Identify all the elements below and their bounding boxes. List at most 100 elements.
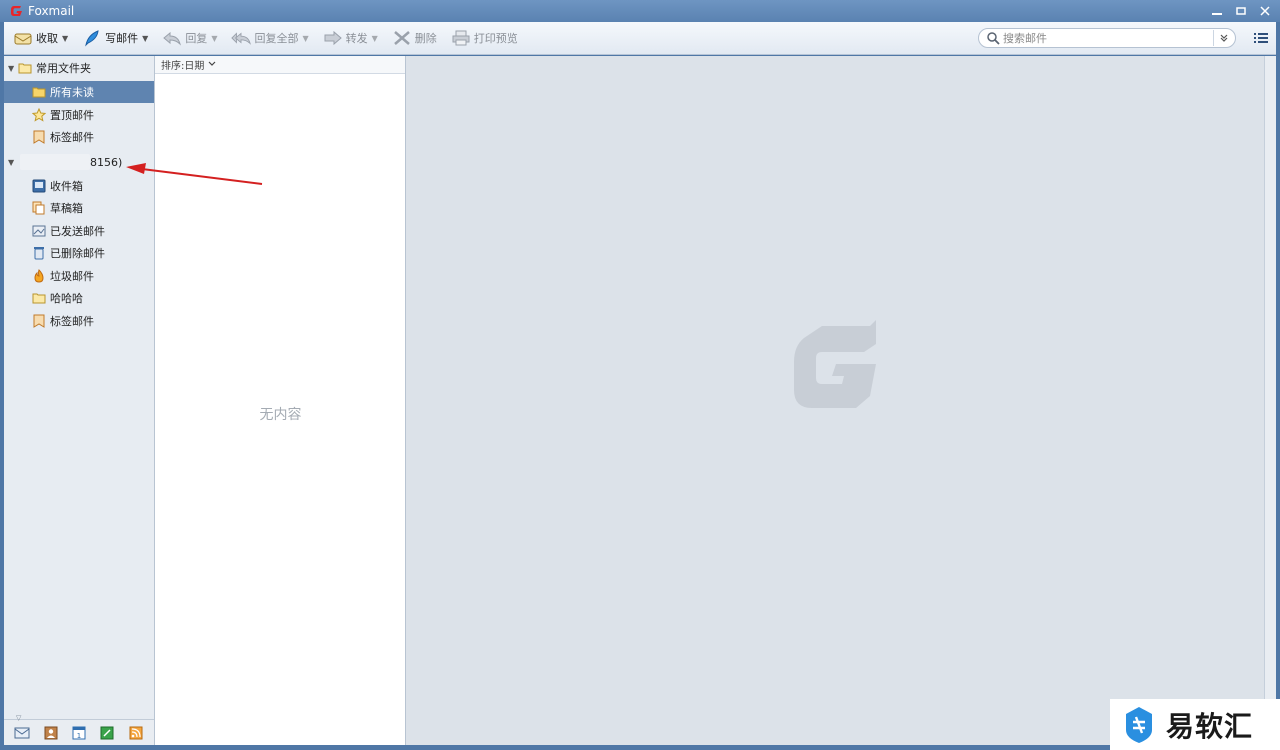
account-label: 8156): [90, 155, 123, 169]
title-bar: Foxmail: [0, 0, 1280, 22]
folder-icon: [18, 61, 32, 75]
double-chevron-down-icon: [1220, 34, 1227, 42]
sidebar-item-account-tagged[interactable]: 标签邮件: [4, 310, 154, 332]
reply-icon: [162, 29, 182, 47]
sort-bar[interactable]: 排序:日期: [155, 56, 405, 74]
sidebar-item-label: 标签邮件: [50, 315, 94, 328]
chevron-down-icon[interactable]: ▼: [211, 34, 217, 43]
reply-all-label: 回复全部: [254, 32, 299, 45]
sidebar-item-sent[interactable]: 已发送邮件: [4, 220, 154, 242]
tag-icon: [32, 314, 46, 328]
foxmail-watermark-logo-icon: [794, 320, 876, 408]
empty-list-message: 无内容: [259, 407, 302, 423]
sidebar-item-label: 置顶邮件: [50, 109, 94, 122]
sidebar-item-label: 垃圾邮件: [50, 270, 94, 283]
sidebar-item-tagged[interactable]: 标签邮件: [4, 126, 154, 148]
inbox-icon: [32, 179, 46, 193]
notes-icon[interactable]: [99, 725, 115, 741]
sidebar-item-deleted[interactable]: 已删除邮件: [4, 242, 154, 264]
sidebar-item-label: 草稿箱: [50, 202, 83, 215]
expand-arrow-icon[interactable]: ▼: [8, 64, 18, 73]
sidebar-item-label: 已删除邮件: [50, 247, 105, 260]
folder-icon: [32, 85, 46, 99]
minimize-button[interactable]: [1208, 2, 1226, 20]
sidebar-item-custom-folder[interactable]: 哈哈哈: [4, 287, 154, 309]
sort-label: 排序:日期: [161, 61, 205, 72]
close-button[interactable]: [1256, 2, 1274, 20]
sidebar-item-label: 所有未读: [50, 86, 94, 99]
delete-label: 删除: [414, 32, 437, 45]
sidebar-item-label: 已发送邮件: [50, 225, 105, 238]
chevron-down-icon[interactable]: ▼: [372, 34, 378, 43]
chevron-down-icon[interactable]: ▼: [302, 34, 308, 43]
compose-pen-icon: [82, 29, 102, 47]
drafts-icon: [32, 201, 46, 215]
svg-text:1: 1: [77, 732, 81, 740]
compose-label: 写邮件: [105, 32, 139, 45]
chevron-down-icon[interactable]: ▼: [62, 34, 68, 43]
chevron-down-icon[interactable]: ▼: [142, 34, 148, 43]
main-menu-button[interactable]: [1252, 29, 1270, 47]
reply-label: 回复: [185, 32, 208, 45]
sidebar-item-pinned[interactable]: 置顶邮件: [4, 104, 154, 126]
sidebar-item-spam[interactable]: 垃圾邮件: [4, 265, 154, 287]
print-icon: [451, 29, 471, 47]
delete-button[interactable]: 删除: [387, 26, 442, 50]
calendar-icon[interactable]: 1: [71, 725, 87, 741]
reply-all-icon: [231, 29, 252, 47]
close-icon: [1260, 6, 1270, 16]
spam-icon: [32, 269, 46, 283]
minimize-icon: [1212, 13, 1222, 15]
forward-button[interactable]: 转发 ▼: [318, 26, 383, 50]
contacts-icon[interactable]: [43, 725, 59, 741]
common-folders-label: 常用文件夹: [36, 62, 91, 75]
reply-all-button[interactable]: 回复全部 ▼: [226, 26, 313, 50]
maximize-icon: [1236, 7, 1246, 15]
print-preview-button[interactable]: 打印预览: [446, 26, 523, 50]
forward-label: 转发: [345, 32, 368, 45]
right-edge-panel: [1264, 56, 1276, 745]
rss-icon[interactable]: [128, 725, 144, 741]
site-logo-icon: [1122, 705, 1156, 745]
reply-button[interactable]: 回复 ▼: [157, 26, 222, 50]
search-options-dropdown[interactable]: [1213, 30, 1233, 46]
caret-up-icon: ▽: [16, 714, 22, 722]
site-watermark: 易软汇: [1110, 699, 1280, 750]
receive-label: 收取: [36, 32, 58, 45]
chevron-down-icon[interactable]: [208, 60, 216, 69]
module-switcher: ▽ 1: [4, 714, 154, 745]
search-icon: [983, 29, 1003, 47]
main-toolbar: 收取 ▼ 写邮件 ▼ 回复 ▼ 回复全部 ▼ 转发 ▼ 删除 打印预览 搜索邮件: [4, 22, 1276, 55]
receive-icon: [13, 29, 33, 47]
site-watermark-text: 易软汇: [1166, 709, 1254, 743]
sent-icon: [32, 224, 46, 238]
annotation-arrow-icon: [126, 163, 263, 185]
forward-icon: [323, 29, 343, 47]
sidebar-item-all-unread[interactable]: 所有未读: [4, 81, 154, 103]
window-title: Foxmail: [28, 4, 75, 18]
search-box: [978, 28, 1236, 48]
star-icon: [32, 108, 46, 122]
common-folders-header[interactable]: ▼ 常用文件夹: [4, 57, 154, 79]
reading-pane: [406, 56, 1264, 745]
foxmail-logo-icon: [10, 4, 24, 18]
print-preview-label: 打印预览: [473, 32, 518, 45]
sidebar-item-label: 收件箱: [50, 180, 83, 193]
app-window: Foxmail 收取 ▼ 写邮件 ▼ 回复 ▼ 回复全部 ▼ 转发 ▼ 删除 打…: [0, 0, 1280, 750]
trash-icon: [32, 246, 46, 260]
expand-arrow-icon[interactable]: ▼: [8, 158, 18, 167]
maximize-button[interactable]: [1232, 2, 1250, 20]
sidebar-item-label: 标签邮件: [50, 131, 94, 144]
mail-icon[interactable]: [14, 725, 30, 741]
delete-icon: [392, 29, 412, 47]
receive-button[interactable]: 收取 ▼: [8, 26, 73, 50]
hamburger-menu-icon: [1254, 33, 1268, 43]
account-name-redacted: [20, 154, 90, 170]
folder-icon: [32, 291, 46, 305]
window-controls: [1208, 2, 1274, 20]
sidebar-item-label: 哈哈哈: [50, 292, 83, 305]
compose-button[interactable]: 写邮件 ▼: [77, 26, 153, 50]
tag-icon: [32, 130, 46, 144]
search-input[interactable]: [1003, 30, 1203, 46]
sidebar-item-drafts[interactable]: 草稿箱: [4, 197, 154, 219]
